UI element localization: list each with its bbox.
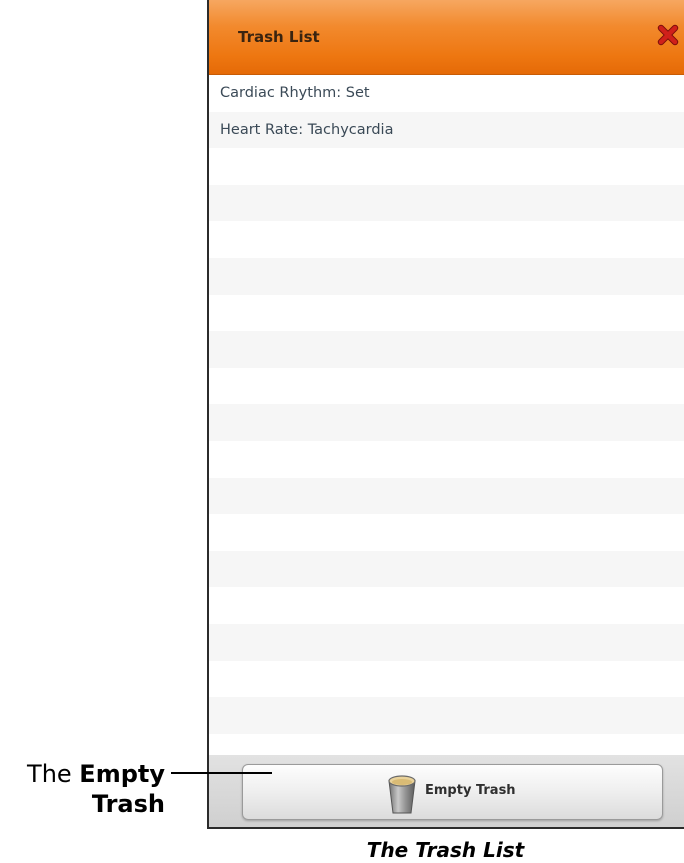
- trash-list-empty-row: [209, 514, 684, 551]
- empty-trash-button[interactable]: Empty Trash: [242, 764, 663, 820]
- trash-list-empty-row: [209, 477, 684, 515]
- trash-list-title: Trash List: [238, 28, 320, 46]
- callout-bold-line1: Empty: [79, 760, 165, 788]
- figure: Trash List Cardiac Rhythm: Set Heart Rate…: [0, 0, 684, 863]
- trash-list-empty-row: [209, 331, 684, 368]
- trash-list-footer: Empty Trash: [209, 755, 684, 827]
- trash-list-empty-row: [209, 550, 684, 588]
- trash-list-panel: Trash List Cardiac Rhythm: Set Heart Rate…: [207, 0, 684, 829]
- trash-can-icon: [388, 775, 416, 814]
- callout-leader-line: [171, 772, 272, 774]
- trash-list-empty-row: [209, 294, 684, 332]
- trash-list-empty-row: [209, 221, 684, 258]
- trash-list-header: Trash List: [209, 0, 684, 75]
- trash-list-empty-row: [209, 587, 684, 624]
- trash-list-empty-row: [209, 184, 684, 222]
- trash-list-item[interactable]: Cardiac Rhythm: Set: [209, 75, 684, 112]
- trash-list-empty-row: [209, 404, 684, 441]
- trash-list-empty-row: [209, 440, 684, 478]
- trash-list-empty-row: [209, 660, 684, 698]
- figure-caption: The Trash List: [366, 838, 525, 862]
- trash-item-list: Cardiac Rhythm: Set Heart Rate: Tachycard…: [209, 75, 684, 755]
- trash-list-empty-row: [209, 367, 684, 405]
- close-x-icon[interactable]: [656, 23, 680, 47]
- callout-prefix: The: [27, 760, 80, 788]
- empty-trash-label: Empty Trash: [425, 783, 516, 798]
- callout-bold-line2: Trash: [91, 790, 165, 818]
- trash-list-empty-row: [209, 623, 684, 661]
- trash-list-item[interactable]: Heart Rate: Tachycardia: [209, 111, 684, 149]
- trash-list-empty-row: [209, 257, 684, 295]
- callout-label: The Empty Trash: [27, 759, 165, 819]
- trash-list-empty-row: [209, 697, 684, 734]
- trash-list-empty-row: [209, 148, 684, 185]
